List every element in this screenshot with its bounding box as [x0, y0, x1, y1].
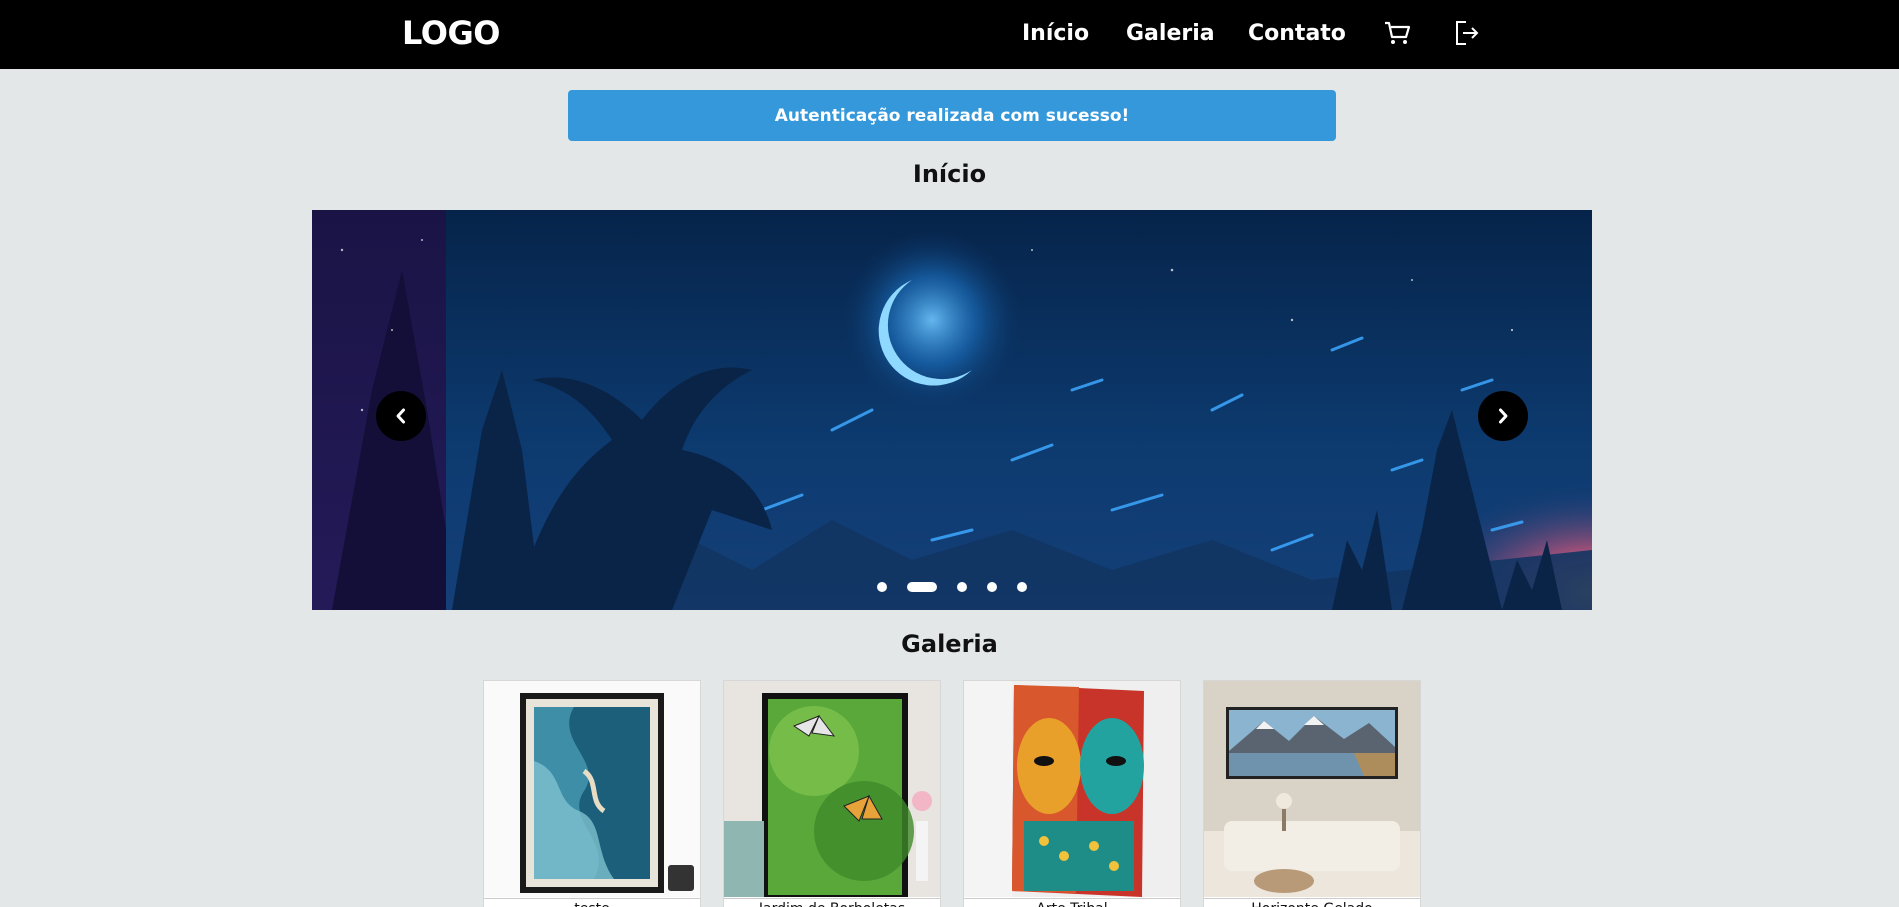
nav-link-inicio[interactable]: Início [1022, 21, 1089, 46]
gallery-thumbnail [1204, 681, 1420, 897]
carousel-dot[interactable] [877, 582, 887, 592]
gallery-card[interactable]: Arte Tribal [963, 680, 1181, 907]
carousel-dot[interactable] [1017, 582, 1027, 592]
carousel-dot[interactable] [987, 582, 997, 592]
carousel-prev-button[interactable] [376, 391, 426, 441]
gallery-thumbnail [724, 681, 940, 897]
carousel-dot-active[interactable] [907, 582, 937, 592]
home-section-title: Início [912, 160, 987, 188]
nav-link-contato[interactable]: Contato [1248, 21, 1346, 46]
image-carousel[interactable] [312, 210, 1592, 610]
success-alert: Autenticação realizada com sucesso! [568, 90, 1336, 141]
carousel-next-button[interactable] [1478, 391, 1528, 441]
gallery-card-title: Horizonte Gelado [1204, 898, 1420, 907]
gallery-card[interactable]: Jardim de Borboletas [723, 680, 941, 907]
carousel-dot[interactable] [957, 582, 967, 592]
gallery-card-title: Jardim de Borboletas [724, 898, 940, 907]
gallery-card[interactable]: Horizonte Gelado [1203, 680, 1421, 907]
cart-icon[interactable] [1382, 18, 1412, 48]
gallery-section-title: Galeria [901, 630, 998, 658]
carousel-slide-image [312, 210, 1592, 610]
gallery-thumbnail [484, 681, 700, 897]
top-navbar: LOGO Início Galeria Contato [0, 0, 1899, 69]
gallery-grid: teste Jardim de Borboletas [483, 680, 1421, 907]
gallery-card-title: Arte Tribal [964, 898, 1180, 907]
logout-icon[interactable] [1452, 18, 1482, 48]
logo[interactable]: LOGO [402, 14, 500, 52]
gallery-card-title: teste [484, 898, 700, 907]
gallery-card[interactable]: teste [483, 680, 701, 907]
chevron-right-icon [1499, 408, 1508, 424]
nav-link-galeria[interactable]: Galeria [1126, 21, 1215, 46]
chevron-left-icon [396, 408, 405, 424]
gallery-thumbnail [964, 681, 1180, 897]
carousel-indicators [312, 582, 1592, 592]
